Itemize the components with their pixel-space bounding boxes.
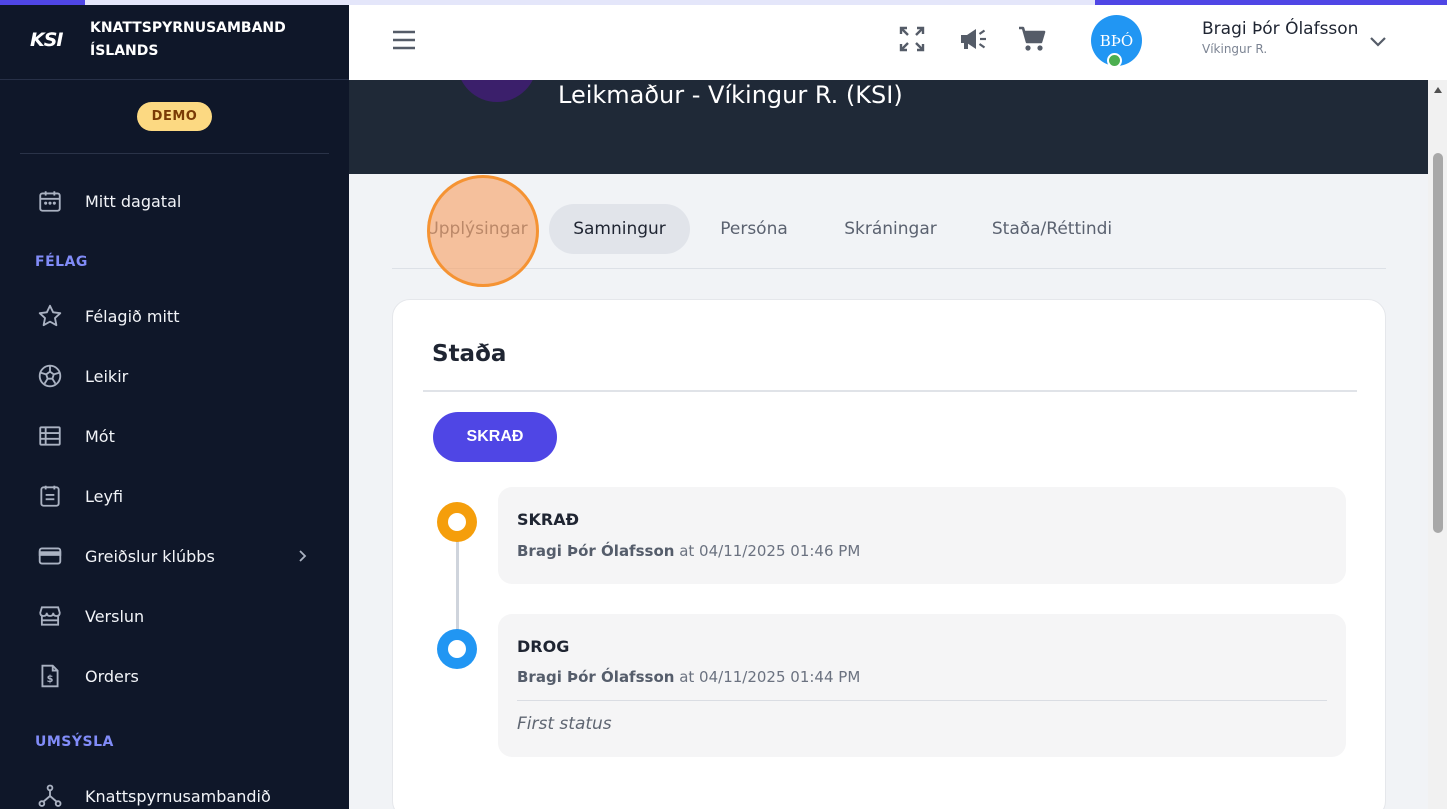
user-name[interactable]: Bragi Þór Ólafsson <box>1202 19 1358 39</box>
tab-persona[interactable]: Persóna <box>708 204 800 254</box>
top-header: BÞÓ Bragi Þór Ólafsson Víkingur R. <box>349 5 1447 80</box>
contract-tabs: Upplýsingar Samningur Persóna Skráningar… <box>392 204 1386 269</box>
card-divider <box>423 390 1357 392</box>
hierarchy-icon <box>36 782 64 809</box>
sidebar-item-label: Félagið mitt <box>85 306 180 326</box>
org-name: KNATTSPYRNUSAMBAND ÍSLANDS <box>90 19 286 59</box>
sidebar-item-knattspyrnusambandid[interactable]: Knattspyrnusambandið <box>0 776 349 809</box>
brand-header[interactable]: KSI KNATTSPYRNUSAMBAND ÍSLANDS <box>0 0 349 80</box>
sidebar-item-orders[interactable]: $ Orders <box>0 656 349 696</box>
sidebar-item-label: Mitt dagatal <box>85 191 182 211</box>
timeline-status: SKRAÐ <box>517 510 580 529</box>
demo-badge-wrap: DEMO <box>0 80 349 153</box>
timeline-user: Bragi Þór Ólafsson <box>517 542 675 560</box>
chevron-right-icon <box>295 547 311 569</box>
timeline-meta: Bragi Þór Ólafsson at 04/11/2025 01:46 P… <box>517 542 860 560</box>
sidebar-item-label: Leyfi <box>85 486 124 506</box>
timeline-meta: Bragi Þór Ólafsson at 04/11/2025 01:44 P… <box>517 668 860 686</box>
loading-progress-bar <box>0 0 1447 5</box>
demo-badge: DEMO <box>136 102 213 131</box>
sidebar-item-label: Knattspyrnusambandið <box>85 786 271 806</box>
timeline-separator <box>517 700 1327 701</box>
scrollbar-thumb[interactable] <box>1433 153 1443 533</box>
tab-skraningar[interactable]: Skráningar <box>833 204 948 254</box>
soccer-ball-icon <box>36 362 64 390</box>
fullscreen-icon[interactable] <box>898 25 926 57</box>
megaphone-icon[interactable] <box>958 25 988 57</box>
timeline-dot <box>437 629 477 669</box>
storefront-icon <box>36 602 64 630</box>
timeline-note: First status <box>517 714 612 734</box>
sidebar-item-verslun[interactable]: Verslun <box>0 596 349 636</box>
timeline-dot <box>437 502 477 542</box>
tab-samningur[interactable]: Samningur <box>549 204 690 254</box>
timeline-timestamp: at 04/11/2025 01:46 PM <box>679 542 861 560</box>
player-hero-banner: Leikmaður - Víkingur R. (KSI) <box>349 80 1428 174</box>
progress-segment <box>0 0 85 5</box>
credit-card-icon <box>36 542 64 570</box>
sidebar-item-label: Greiðslur klúbbs <box>85 546 215 566</box>
document-icon <box>36 482 64 510</box>
sidebar: KSI KNATTSPYRNUSAMBAND ÍSLANDS DEMO Mitt… <box>0 0 349 809</box>
section-label-felag: FÉLAG <box>35 254 88 270</box>
sidebar-item-label: Verslun <box>85 606 145 626</box>
timeline-timestamp: at 04/11/2025 01:44 PM <box>679 668 861 686</box>
timeline-user: Bragi Þór Ólafsson <box>517 668 675 686</box>
sidebar-item-mot[interactable]: Mót <box>0 416 349 456</box>
calendar-icon <box>36 187 64 215</box>
sidebar-item-label: Mót <box>85 426 115 446</box>
star-icon <box>36 302 64 330</box>
shopping-cart-icon[interactable] <box>1017 25 1047 57</box>
timeline-status: DROG <box>517 637 570 656</box>
status-card: Staða SKRAÐ SKRAÐ Bragi Þór Ólafsson at … <box>392 299 1386 809</box>
sidebar-divider <box>20 153 329 154</box>
sidebar-item-mitt-dagatal[interactable]: Mitt dagatal <box>0 181 349 221</box>
sidebar-item-felagid-mitt[interactable]: Félagið mitt <box>0 296 349 336</box>
sidebar-item-leyfi[interactable]: Leyfi <box>0 476 349 516</box>
invoice-icon: $ <box>36 662 64 690</box>
set-status-button[interactable]: SKRAÐ <box>433 412 557 462</box>
card-title: Staða <box>432 341 507 367</box>
tab-stada-rettindi[interactable]: Staða/Réttindi <box>982 204 1122 254</box>
list-icon <box>36 422 64 450</box>
player-role-title: Leikmaður - Víkingur R. (KSI) <box>558 81 903 109</box>
chevron-down-icon[interactable] <box>1367 30 1389 56</box>
player-avatar <box>457 80 537 102</box>
hamburger-menu-icon[interactable] <box>391 27 417 57</box>
timeline-entry: DROG Bragi Þór Ólafsson at 04/11/2025 01… <box>498 614 1346 757</box>
user-club: Víkingur R. <box>1202 42 1268 56</box>
sidebar-item-leikir[interactable]: Leikir <box>0 356 349 396</box>
sidebar-item-label: Leikir <box>85 366 129 386</box>
svg-text:$: $ <box>47 674 54 685</box>
sidebar-item-greidslur-klubbs[interactable]: Greiðslur klúbbs <box>0 536 349 576</box>
progress-segment <box>1095 0 1447 5</box>
timeline-entry: SKRAÐ Bragi Þór Ólafsson at 04/11/2025 0… <box>498 487 1346 584</box>
sidebar-item-label: Orders <box>85 666 139 686</box>
section-label-umsysla: UMSÝSLA <box>35 734 114 750</box>
click-indicator <box>427 175 539 287</box>
online-status-dot <box>1107 53 1122 68</box>
ksi-logo: KSI <box>30 28 63 51</box>
